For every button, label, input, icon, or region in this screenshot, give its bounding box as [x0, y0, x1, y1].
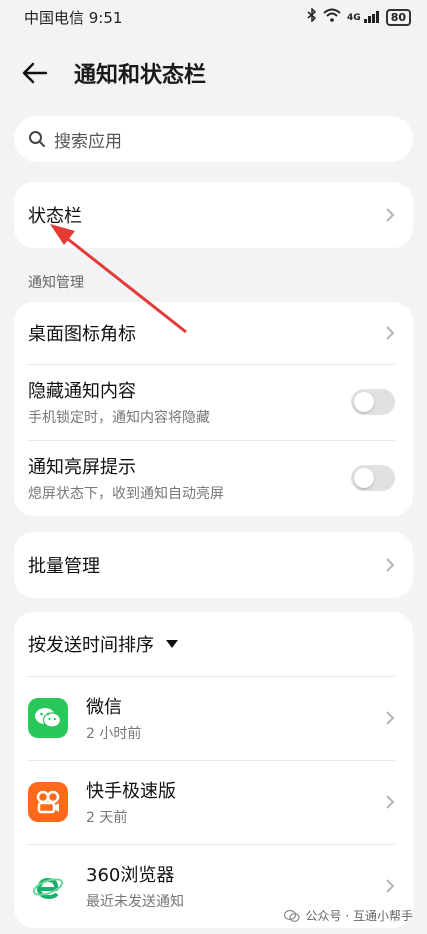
setting-title: 桌面图标角标 [28, 324, 136, 345]
app-item-kuaishou[interactable]: 快手极速版 2 天前 [14, 760, 413, 844]
wechat-channel-icon [283, 909, 300, 922]
hide-content-toggle[interactable] [351, 389, 395, 415]
page-title: 通知和状态栏 [74, 63, 207, 88]
chevron-right-icon [386, 558, 395, 572]
back-arrow-icon [22, 62, 48, 84]
app-item-wechat[interactable]: 微信 2 小时前 [14, 676, 413, 760]
back-button[interactable] [22, 55, 58, 91]
status-icons: 4G 80 [307, 7, 411, 26]
wake-screen-item: 通知亮屏提示 熄屏状态下，收到通知自动亮屏 [14, 440, 413, 516]
batch-card: 批量管理 [14, 532, 413, 598]
search-placeholder: 搜索应用 [54, 131, 122, 152]
desktop-badge-item[interactable]: 桌面图标角标 [14, 302, 413, 364]
toggle-knob [354, 392, 374, 412]
carrier-time: 中国电信 9:51 [24, 8, 123, 27]
app-name: 快手极速版 [86, 781, 176, 802]
watermark: 公众号 · 互通小帮手 [283, 907, 413, 924]
chevron-right-icon [386, 879, 395, 893]
sort-label: 按发送时间排序 [28, 635, 154, 656]
title-bar: 通知和状态栏 [0, 34, 427, 112]
setting-title: 通知亮屏提示 [28, 457, 136, 478]
setting-subtitle: 手机锁定时，通知内容将隐藏 [28, 410, 210, 426]
search-input[interactable]: 搜索应用 [14, 116, 413, 162]
chevron-right-icon [386, 326, 395, 340]
setting-subtitle: 熄屏状态下，收到通知自动亮屏 [28, 486, 224, 502]
wifi-icon [323, 8, 341, 26]
watermark-text: 公众号 · 互通小帮手 [305, 909, 413, 923]
batch-manage-item[interactable]: 批量管理 [14, 532, 413, 598]
status-bar-card: 状态栏 [14, 182, 413, 248]
app-time: 2 小时前 [86, 726, 142, 742]
notification-section-label: 通知管理 [28, 275, 84, 291]
sort-dropdown[interactable]: 按发送时间排序 [14, 612, 413, 676]
triangle-down-icon [166, 640, 178, 648]
battery-indicator: 80 [385, 8, 411, 26]
apps-card: 按发送时间排序 微信 2 小时前 快手极速版 2 天前 360浏览器 最近未发送… [14, 612, 413, 928]
app-time: 最近未发送通知 [86, 894, 184, 910]
app-time: 2 天前 [86, 810, 128, 826]
status-bar: 中国电信 9:51 4G 80 [0, 0, 427, 34]
browser-360-icon [28, 866, 68, 906]
app-name: 360浏览器 [86, 865, 175, 886]
status-bar-settings-item[interactable]: 状态栏 [14, 182, 413, 248]
status-bar-label: 状态栏 [28, 206, 82, 227]
app-name: 微信 [86, 697, 122, 718]
hide-content-item: 隐藏通知内容 手机锁定时，通知内容将隐藏 [14, 364, 413, 440]
setting-title: 隐藏通知内容 [28, 381, 136, 402]
chevron-right-icon [386, 795, 395, 809]
wechat-icon [28, 698, 68, 738]
chevron-right-icon [386, 711, 395, 725]
network-type: 4G [347, 13, 361, 23]
search-icon [29, 131, 45, 147]
notification-settings-card: 桌面图标角标 隐藏通知内容 手机锁定时，通知内容将隐藏 通知亮屏提示 熄屏状态下… [14, 302, 413, 516]
signal-icon: 4G [347, 11, 380, 23]
bluetooth-icon [307, 7, 317, 26]
chevron-right-icon [386, 208, 395, 222]
batch-label: 批量管理 [28, 556, 100, 577]
wake-screen-toggle[interactable] [351, 465, 395, 491]
kuaishou-icon [28, 782, 68, 822]
toggle-knob [354, 468, 374, 488]
